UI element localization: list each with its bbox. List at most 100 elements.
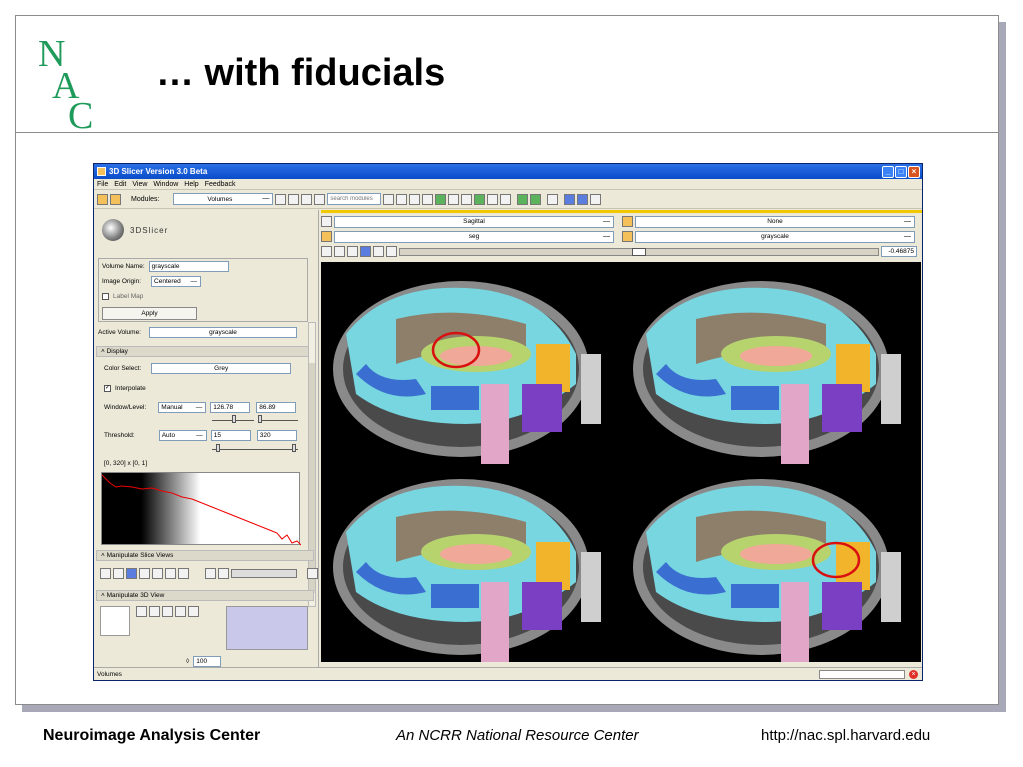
active-volume-dropdown[interactable]: grayscale: [149, 327, 297, 338]
menu-view[interactable]: View: [132, 181, 147, 188]
layout-icon[interactable]: [448, 193, 460, 205]
layout-icon[interactable]: [500, 193, 512, 205]
magnifier-icon[interactable]: [383, 193, 395, 205]
back-icon[interactable]: [275, 193, 287, 205]
slice-view-icon[interactable]: [360, 246, 371, 257]
apply-button[interactable]: Apply: [102, 307, 197, 320]
module-panel-scrollbar[interactable]: [308, 322, 316, 607]
window-slider[interactable]: [212, 415, 254, 423]
fiducial-pin-icon[interactable]: [577, 193, 589, 205]
data-icon[interactable]: [110, 193, 121, 205]
interpolate-checkbox[interactable]: ✓: [104, 385, 111, 392]
close-button[interactable]: ×: [908, 165, 920, 178]
threshold-mode-dropdown[interactable]: Auto —: [158, 430, 207, 441]
redo-icon[interactable]: [530, 193, 542, 205]
error-icon[interactable]: ×: [909, 669, 918, 679]
search-input[interactable]: [327, 193, 382, 205]
slice-view-icon[interactable]: [321, 246, 332, 257]
threshold-low-field[interactable]: 15: [210, 430, 251, 441]
slice-offset-field[interactable]: -0.46875: [881, 246, 917, 257]
slice-offset-slider[interactable]: [231, 569, 297, 578]
manipulate-3d-header[interactable]: ˄ Manipulate 3D View: [96, 590, 314, 601]
slice-tool-icon[interactable]: [218, 568, 229, 579]
slice-tool-icon[interactable]: [205, 568, 216, 579]
view-3d-tool-icon[interactable]: [149, 606, 160, 617]
slice-tool-icon[interactable]: [165, 568, 176, 579]
refresh-icon[interactable]: [314, 193, 326, 205]
slice-view-icon[interactable]: [334, 246, 345, 257]
slice-view-icon[interactable]: [622, 231, 633, 242]
threshold-high-knob[interactable]: [292, 444, 296, 452]
threshold-high-field[interactable]: 320: [256, 430, 297, 441]
display-section-header[interactable]: ˄ Display: [96, 346, 314, 357]
slice-tool-icon[interactable]: [152, 568, 163, 579]
slice-slider-knob[interactable]: [632, 247, 646, 256]
view-3d-tool-icon[interactable]: [136, 606, 147, 617]
minimize-button[interactable]: _: [882, 165, 894, 178]
layout-icon[interactable]: [396, 193, 408, 205]
menu-window[interactable]: Window: [153, 181, 178, 188]
orientation-dropdown[interactable]: Sagittal —: [334, 215, 614, 228]
slice-tool-icon[interactable]: [126, 568, 137, 579]
color-select-dropdown[interactable]: Grey: [151, 363, 292, 374]
slice-tool-icon[interactable]: [113, 568, 124, 579]
volume-name-field[interactable]: grayscale: [148, 261, 229, 272]
maximize-button[interactable]: □: [895, 165, 907, 178]
footer-url[interactable]: http://nac.spl.harvard.edu: [761, 727, 930, 744]
fiducial-pin-icon[interactable]: [564, 193, 576, 205]
slice-slider[interactable]: [399, 247, 879, 256]
level-field[interactable]: 86.89: [256, 402, 297, 413]
brain-view-top-right[interactable]: [633, 281, 901, 464]
label-map-checkbox[interactable]: [102, 293, 109, 300]
slice-tool-icon[interactable]: [139, 568, 150, 579]
menu-feedback[interactable]: Feedback: [205, 181, 236, 188]
brain-view-bottom-left[interactable]: [333, 479, 601, 662]
window-level-mode-dropdown[interactable]: Manual —: [158, 402, 207, 413]
slice-view-icon[interactable]: [373, 246, 384, 257]
slice-view-icon[interactable]: [321, 216, 332, 227]
window-titlebar[interactable]: 3D Slicer Version 3.0 Beta _ □ ×: [94, 164, 922, 179]
layout-icon[interactable]: [435, 193, 447, 205]
slice-view-icon[interactable]: [347, 246, 358, 257]
forward-icon[interactable]: [288, 193, 300, 205]
layout-icon[interactable]: [474, 193, 486, 205]
slice-view-canvas[interactable]: [321, 262, 921, 662]
level-slider[interactable]: [258, 415, 298, 423]
layout-icon[interactable]: [487, 193, 499, 205]
window-slider-knob[interactable]: [232, 415, 236, 423]
spin-field[interactable]: 100: [193, 656, 222, 667]
menu-help[interactable]: Help: [184, 181, 198, 188]
save-icon[interactable]: [547, 193, 559, 205]
threshold-low-knob[interactable]: [216, 444, 220, 452]
foreground-dropdown[interactable]: seg —: [334, 230, 614, 243]
rotate-icon[interactable]: [590, 193, 602, 205]
slice-view-icon[interactable]: [622, 216, 633, 227]
menu-file[interactable]: File: [97, 181, 108, 188]
layout-icon[interactable]: [461, 193, 473, 205]
slice-tool-icon[interactable]: [307, 568, 318, 579]
home-icon[interactable]: [97, 193, 108, 205]
history-icon[interactable]: [301, 193, 313, 205]
slice-view-icon[interactable]: [321, 231, 332, 242]
layout-icon[interactable]: [422, 193, 434, 205]
orientation-widget[interactable]: [100, 606, 130, 636]
right-bg-dropdown[interactable]: grayscale —: [635, 230, 915, 243]
view-3d-tool-icon[interactable]: [162, 606, 173, 617]
menu-edit[interactable]: Edit: [114, 181, 126, 188]
view-3d-tool-icon[interactable]: [175, 606, 186, 617]
window-field[interactable]: 126.78: [210, 402, 251, 413]
view-3d-tool-icon[interactable]: [188, 606, 199, 617]
undo-icon[interactable]: [517, 193, 529, 205]
slice-view-icon[interactable]: [386, 246, 397, 257]
slice-tool-icon[interactable]: [178, 568, 189, 579]
layout-icon[interactable]: [409, 193, 421, 205]
image-origin-dropdown[interactable]: Centered —: [151, 276, 202, 287]
slice-tool-icon[interactable]: [100, 568, 111, 579]
brain-view-top-left[interactable]: [333, 281, 601, 464]
level-slider-knob[interactable]: [258, 415, 262, 423]
modules-dropdown[interactable]: Volumes —: [173, 193, 274, 205]
threshold-slider[interactable]: [212, 444, 298, 452]
manipulate-slice-header[interactable]: ˄ Manipulate Slice Views: [96, 550, 314, 561]
right-fg-dropdown[interactable]: None —: [635, 215, 915, 228]
brain-view-bottom-right[interactable]: [633, 479, 901, 662]
